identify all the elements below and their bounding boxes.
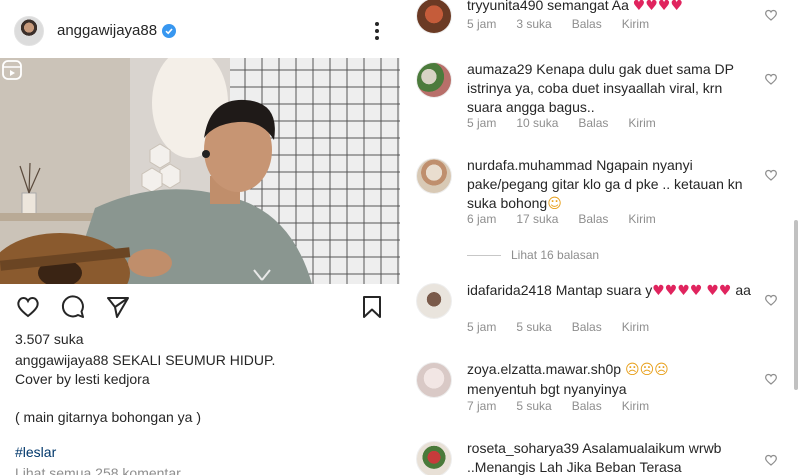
likes-count[interactable]: 3.507 suka (15, 331, 84, 347)
comments-panel: tryyunita490 semangat Aa ♥♥♥♥ 5 jam 3 su… (400, 0, 800, 475)
send-button[interactable]: Kirim (622, 320, 649, 334)
caption-line: Cover by lesti kedjora (15, 371, 150, 387)
avatar[interactable] (416, 441, 452, 475)
comment-body: aa (735, 282, 751, 298)
post-panel: anggawijaya88 3.507 suka anggawijaya88 S… (0, 0, 400, 475)
reply-button[interactable]: Balas (578, 116, 608, 130)
comment-time: 6 jam (467, 212, 497, 226)
comment-likes[interactable]: 17 suka (516, 212, 558, 226)
comment-like-icon[interactable] (764, 168, 778, 182)
comment-text: nurdafa.muhammad Ngapain nyanyi pake/peg… (467, 156, 759, 214)
comment-like-icon[interactable] (764, 293, 778, 307)
send-button[interactable]: Kirim (628, 212, 655, 226)
comment-meta: 7 jam 5 suka Balas Kirim (467, 399, 669, 413)
post-caption: anggawijaya88 SEKALI SEUMUR HIDUP. Cover… (15, 351, 385, 427)
video-player[interactable] (0, 58, 400, 284)
comment-time: 5 jam (467, 17, 497, 31)
view-replies-label: Lihat 16 balasan (511, 248, 600, 262)
comment-username[interactable]: aumaza29 (467, 61, 532, 77)
post-username[interactable]: anggawijaya88 (57, 22, 157, 39)
comment-text: aumaza29 Kenapa dulu gak duet sama DP is… (467, 60, 759, 117)
comment-like-icon[interactable] (764, 8, 778, 22)
comment-likes[interactable]: 10 suka (516, 116, 558, 130)
send-button[interactable]: Kirim (622, 399, 649, 413)
like-heart-icon[interactable] (15, 294, 41, 320)
avatar[interactable] (416, 158, 452, 194)
heart-emoji: ♥♥♥♥ (652, 283, 703, 299)
verified-badge-icon (162, 24, 176, 38)
comment-time: 5 jam (467, 116, 497, 130)
share-icon[interactable] (105, 294, 131, 320)
smile-emoji: ☺ (547, 196, 562, 212)
replies-divider (467, 254, 501, 256)
comment-body: Mantap suara y (555, 282, 653, 298)
comment-meta: 6 jam 17 suka Balas Kirim (467, 212, 676, 226)
comment-username[interactable]: nurdafa.muhammad (467, 157, 592, 173)
comment-body: semangat Aa (547, 0, 629, 13)
comment-like-icon[interactable] (764, 453, 778, 467)
comment-likes[interactable]: 3 suka (516, 17, 551, 31)
comment-text: zoya.elzatta.mawar.sh0p ☹☹☹ menyentuh bg… (467, 360, 759, 399)
avatar[interactable] (14, 16, 44, 46)
sad-emoji: ☹☹☹ (624, 362, 669, 378)
post-header: anggawijaya88 (0, 0, 400, 58)
send-button[interactable]: Kirim (628, 116, 655, 130)
comment-text: tryyunita490 semangat Aa ♥♥♥♥ (467, 0, 759, 16)
send-button[interactable]: Kirim (622, 17, 649, 31)
more-options-icon[interactable] (368, 20, 386, 42)
caption-line: ( main gitarnya bohongan ya ) (15, 409, 201, 425)
comment-icon[interactable] (60, 294, 86, 320)
post-actions (0, 292, 400, 322)
reply-button[interactable]: Balas (572, 320, 602, 334)
comment-like-icon[interactable] (764, 372, 778, 386)
caption-line: SEKALI SEUMUR HIDUP. (112, 352, 276, 368)
comment-text: roseta_soharya39 Asalamualaikum wrwb ..M… (467, 439, 759, 475)
view-replies-button[interactable]: Lihat 16 balasan (467, 248, 599, 262)
reply-button[interactable]: Balas (572, 17, 602, 31)
avatar[interactable] (416, 362, 452, 398)
caption-username[interactable]: anggawijaya88 (15, 352, 108, 368)
comment-username[interactable]: tryyunita490 (467, 0, 543, 13)
comment-text: idafarida2418 Mantap suara y♥♥♥♥ ♥♥ aa (467, 281, 759, 301)
comment-meta: 5 jam 10 suka Balas Kirim (467, 116, 676, 130)
comment-body: menyentuh bgt nyanyinya (467, 381, 627, 397)
reply-button[interactable]: Balas (578, 212, 608, 226)
bookmark-icon[interactable] (359, 294, 385, 320)
heart-emoji: ♥♥♥♥ (632, 0, 683, 14)
comment-time: 5 jam (467, 320, 497, 334)
comment-username[interactable]: idafarida2418 (467, 282, 552, 298)
comment-meta: 5 jam 5 suka Balas Kirim (467, 320, 669, 334)
comments-scrollbar[interactable] (794, 220, 798, 390)
comment-username[interactable]: roseta_soharya39 (467, 440, 579, 456)
heart-emoji: ♥♥ (706, 283, 732, 299)
avatar[interactable] (416, 62, 452, 98)
hashtag-link[interactable]: #leslar (15, 444, 56, 460)
reply-button[interactable]: Balas (572, 399, 602, 413)
comment-meta: 5 jam 3 suka Balas Kirim (467, 17, 669, 31)
reel-icon (2, 60, 22, 80)
comment-time: 7 jam (467, 399, 497, 413)
comment-likes[interactable]: 5 suka (516, 320, 551, 334)
comment-username[interactable]: zoya.elzatta.mawar.sh0p (467, 361, 621, 377)
avatar[interactable] (416, 0, 452, 34)
comment-like-icon[interactable] (764, 72, 778, 86)
comment-likes[interactable]: 5 suka (516, 399, 551, 413)
view-all-comments-link[interactable]: Lihat semua 258 komentar (15, 465, 181, 475)
avatar[interactable] (416, 283, 452, 319)
